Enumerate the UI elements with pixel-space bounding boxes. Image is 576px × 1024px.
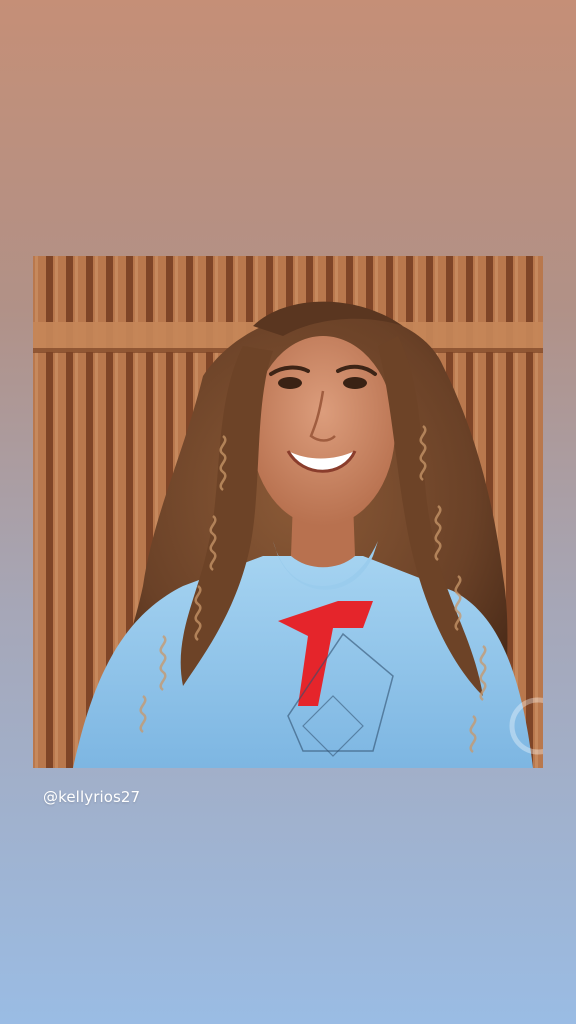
- story-view: @kellyrios27: [0, 0, 576, 1024]
- face: [251, 336, 395, 526]
- mention-sticker[interactable]: @kellyrios27: [43, 788, 140, 806]
- story-photo: [33, 256, 543, 768]
- portrait-image: [33, 256, 543, 768]
